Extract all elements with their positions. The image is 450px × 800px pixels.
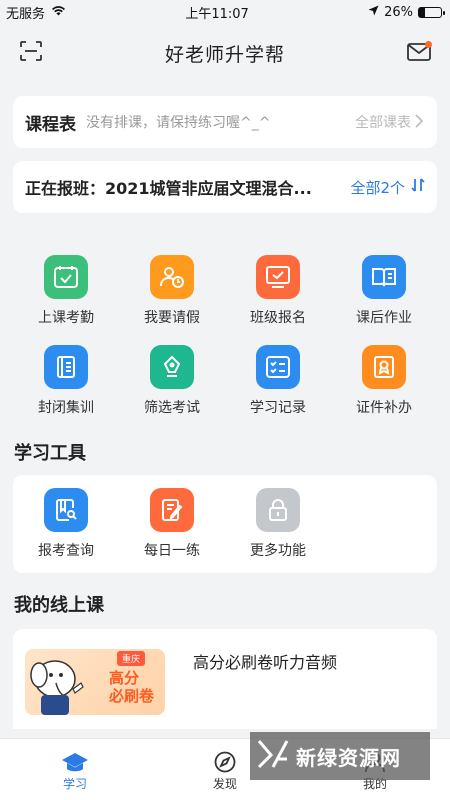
carrier-label: 无服务 (6, 6, 46, 22)
enrollment-text: 正在报班：2021城管非应届文理混合... (25, 179, 312, 198)
certificate-icon (362, 345, 406, 389)
open-book-icon (362, 255, 406, 299)
tool-label: 更多功能 (250, 543, 306, 559)
tab-study[interactable]: 学习 (0, 739, 150, 800)
notebook-pencil-icon (150, 488, 194, 532)
course-thumbnail: 重庆 高分 必刷卷 (25, 649, 165, 715)
pen-nib-icon (150, 345, 194, 389)
grid-label: 学习记录 (250, 400, 306, 416)
online-section-title: 我的线上课 (14, 595, 104, 616)
grid-item-homework[interactable]: 课后作业 (331, 255, 437, 327)
lock-icon (256, 488, 300, 532)
compass-icon (214, 747, 236, 773)
grid-item-bootcamp[interactable]: 封闭集训 (13, 345, 119, 417)
app-header: 好老师升学帮 (0, 24, 450, 82)
clock: 上午11:07 (185, 6, 249, 22)
wifi-icon (51, 5, 66, 20)
person-clock-icon (150, 255, 194, 299)
all-schedule-link[interactable]: 全部课表 (355, 112, 411, 132)
schedule-title: 课程表 (25, 114, 76, 135)
watermark-logo-icon (256, 737, 290, 775)
tools-section-title: 学习工具 (14, 443, 86, 464)
enrollment-card[interactable]: 正在报班：2021城管非应届文理混合... 全部2个 (13, 161, 437, 213)
chevron-right-icon (415, 113, 424, 132)
scan-icon (20, 41, 42, 65)
watermark-text: 新绿资源网 (296, 745, 401, 770)
graduation-cap-icon (61, 747, 89, 773)
grid-label: 封闭集训 (38, 400, 94, 416)
message-button[interactable] (404, 38, 434, 68)
course-thumb-line2: 必刷卷 (109, 687, 155, 705)
tool-label: 每日一练 (144, 543, 200, 559)
grid-label: 我要请假 (144, 310, 200, 326)
monitor-check-icon (256, 255, 300, 299)
scan-button[interactable] (16, 38, 46, 68)
page-title: 好老师升学帮 (164, 43, 285, 66)
schedule-empty-text: 没有排课，请保持练习喔^_^ (86, 115, 271, 131)
elephant-mascot-icon (29, 655, 101, 715)
tab-label: 学习 (62, 777, 87, 791)
switch-class-icon[interactable] (411, 178, 425, 196)
search-document-icon (44, 488, 88, 532)
checklist-icon (256, 345, 300, 389)
course-name: 高分必刷卷听力音频 (193, 653, 338, 672)
location-arrow-icon (368, 5, 379, 20)
course-thumb-title: 高分 必刷卷 (109, 669, 154, 705)
grid-item-certificate[interactable]: 证件补办 (331, 345, 437, 417)
notification-dot (424, 41, 432, 48)
tool-label: 报考查询 (38, 543, 94, 559)
grid-item-leave[interactable]: 我要请假 (119, 255, 225, 327)
grid-label: 班级报名 (250, 310, 306, 326)
tab-label: 发现 (212, 777, 237, 791)
grid-label: 筛选考试 (144, 400, 200, 416)
battery-percent: 26% (384, 4, 413, 20)
online-course-card[interactable]: 重庆 高分 必刷卷 高分必刷卷听力音频 (13, 629, 437, 729)
grid-item-enroll[interactable]: 班级报名 (225, 255, 331, 327)
grid-label: 上课考勤 (38, 310, 94, 326)
tool-exam-query[interactable]: 报考查询 (13, 488, 119, 560)
tool-daily-practice[interactable]: 每日一练 (119, 488, 225, 560)
battery-icon (417, 6, 445, 18)
tools-card: 报考查询 每日一练 更多功能 (13, 475, 437, 573)
course-thumb-line1: 高分 (109, 669, 140, 687)
grid-item-screening-exam[interactable]: 筛选考试 (119, 345, 225, 417)
all-classes-link[interactable]: 全部2个 (350, 177, 405, 198)
status-bar: 无服务 上午11:07 26% (0, 0, 450, 24)
calendar-check-icon (44, 255, 88, 299)
tool-more-functions[interactable]: 更多功能 (225, 488, 331, 560)
document-list-icon (44, 345, 88, 389)
site-watermark: 新绿资源网 (250, 732, 430, 780)
grid-label: 证件补办 (356, 400, 412, 416)
grid-item-study-record[interactable]: 学习记录 (225, 345, 331, 417)
battery-fill (418, 7, 425, 17)
grid-item-attendance[interactable]: 上课考勤 (13, 255, 119, 327)
schedule-card[interactable]: 课程表 没有排课，请保持练习喔^_^ 全部课表 (13, 96, 437, 148)
function-grid: 上课考勤 我要请假 班级报名 课后作业 封闭集训 筛选考试 学习记录 证件补办 (13, 255, 437, 417)
course-region-tag: 重庆 (117, 651, 146, 666)
grid-label: 课后作业 (356, 310, 412, 326)
